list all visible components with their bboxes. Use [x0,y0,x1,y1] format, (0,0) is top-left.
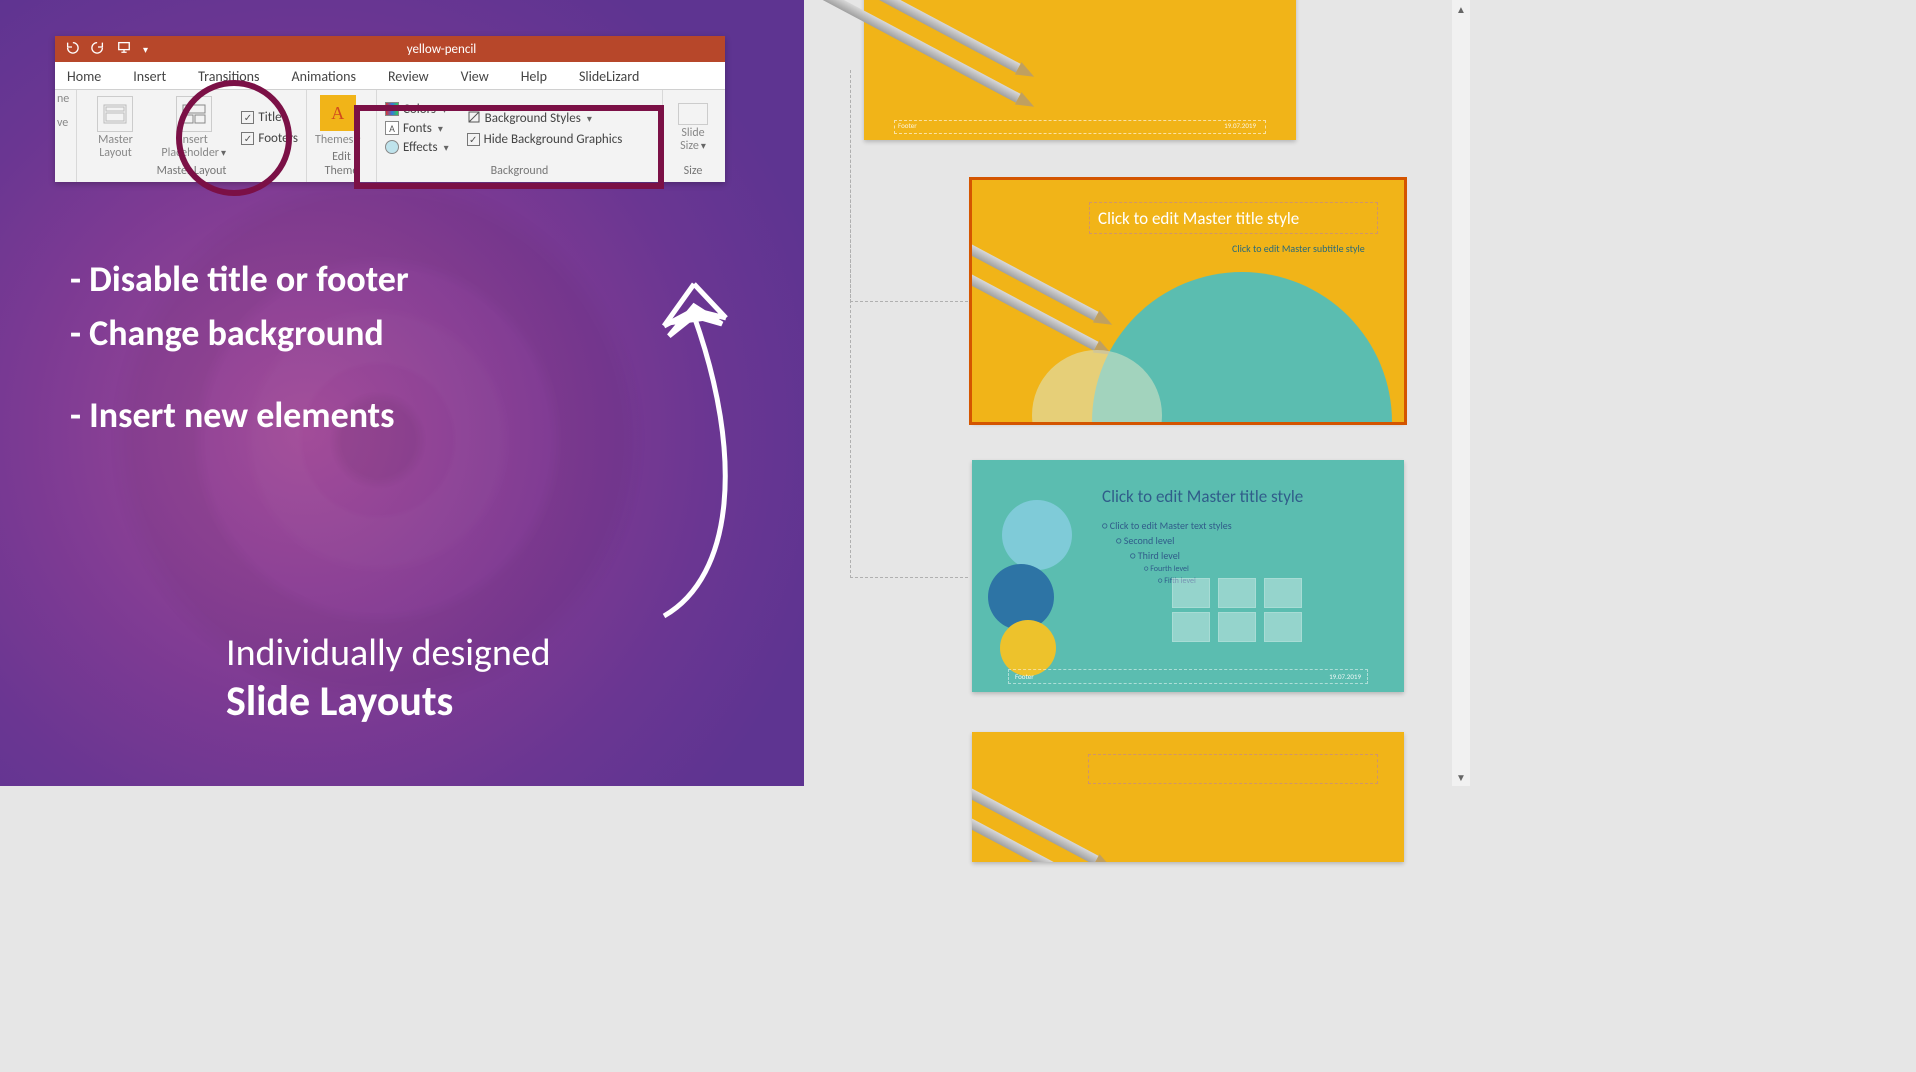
bullet-3: - Insert new elements [70,388,409,442]
undo-icon[interactable] [65,40,79,58]
scroll-up-icon[interactable]: ▲ [1452,0,1470,18]
footer-ph [894,120,1266,134]
thumbnails: Fifth level Footer 19.07.2019 Click to e… [864,0,1450,786]
master-layout-button[interactable]: Master Layout [85,96,146,160]
content-icons [1172,612,1302,642]
tab-animations[interactable]: Animations [289,64,357,89]
layout-thumb-partial[interactable] [972,732,1404,862]
layout-thumb-title[interactable]: Click to edit Master title style Click t… [972,180,1404,422]
layout-thumb-content[interactable]: Click to edit Master title style ○ Click… [972,460,1404,692]
themes-icon: A [320,95,356,131]
slide-layouts-panel: Fifth level Footer 19.07.2019 Click to e… [804,0,1470,786]
curved-arrow [624,276,764,626]
pencil-graphic [972,732,1152,862]
group-cutoff: ne ve [55,90,77,182]
tab-review[interactable]: Review [386,64,431,89]
title-placeholder [1088,754,1378,784]
connector-line [850,70,968,578]
bullet-1: - Disable title or footer [70,252,409,306]
decor-circle [1000,620,1056,676]
content-placeholder: ○ Click to edit Master text styles ○ Sec… [1102,518,1374,587]
scrollbar[interactable]: ▲ ▼ [1452,0,1470,786]
group-size: Slide Size▾ Size [663,90,723,182]
tab-view[interactable]: View [459,64,491,89]
title-placeholder: Click to edit Master title style [1089,202,1378,234]
subtitle-block: Individually designed Slide Layouts [226,630,551,727]
qat-more-icon[interactable]: ▾ [143,43,148,56]
tab-slidelizard[interactable]: SlideLizard [577,64,641,89]
tab-help[interactable]: Help [519,64,549,89]
start-show-icon[interactable] [117,40,131,58]
titlebar: ▾ yellow-pencil [55,36,725,62]
scroll-down-icon[interactable]: ▼ [1452,768,1470,786]
decor-circle [1002,500,1072,570]
quick-access-toolbar: ▾ [55,40,158,58]
title-placeholder: Click to edit Master title style [1102,486,1374,507]
redo-icon[interactable] [91,40,105,58]
bullet-list: - Disable title or footer - Change backg… [70,252,409,442]
layout-thumb-master[interactable]: Fifth level Footer 19.07.2019 [864,0,1296,140]
ribbon-tabs: Home Insert Transitions Animations Revie… [55,62,725,90]
slide-size-button[interactable]: Slide Size▾ [671,103,715,153]
subtitle-placeholder: Click to edit Master subtitle style [1232,242,1365,255]
bullet-2: - Change background [70,306,409,360]
tab-home[interactable]: Home [65,64,103,89]
footer-placeholder: Footer19.07.2019 [1008,669,1368,684]
subtitle-line-2: Slide Layouts [226,676,551,727]
annotation-circle [176,80,292,196]
tutorial-left-panel: ▾ yellow-pencil Home Insert Transitions … [0,0,804,786]
size-icon [678,103,708,125]
pencil-graphic [864,0,1044,140]
tab-insert[interactable]: Insert [131,64,168,89]
annotation-box [354,105,664,189]
document-title: yellow-pencil [158,42,725,57]
content-icons [1172,578,1302,608]
layout-icon [97,96,133,132]
subtitle-line-1: Individually designed [226,630,551,676]
